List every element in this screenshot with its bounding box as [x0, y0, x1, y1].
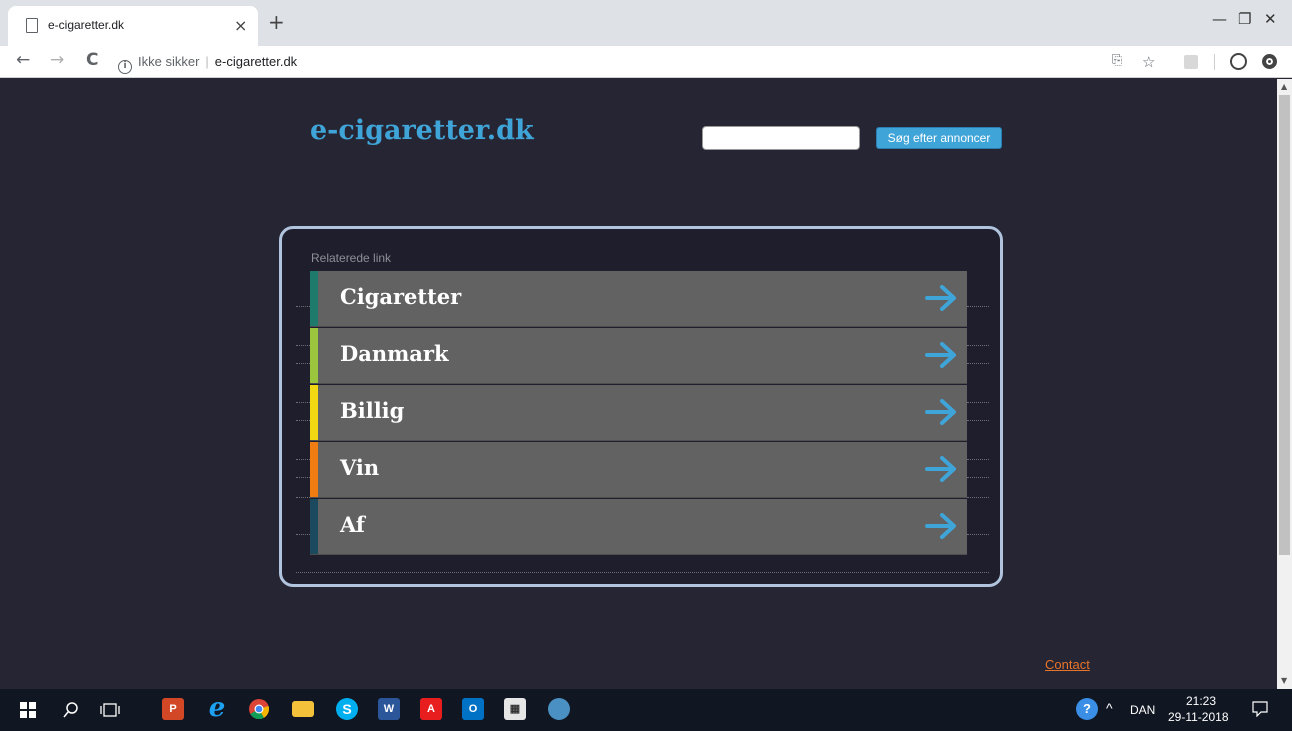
translate-icon[interactable]: ⎘ [1112, 53, 1122, 68]
info-icon[interactable]: i [118, 60, 132, 74]
dotted-line [296, 420, 310, 421]
close-window-button[interactable]: ✕ [1264, 10, 1277, 28]
scroll-down-icon[interactable]: ▼ [1281, 676, 1287, 685]
outlook-icon[interactable]: O [462, 698, 484, 720]
dotted-line [296, 497, 310, 498]
address-bar[interactable]: i Ikke sikker | e-cigaretter.dk [118, 50, 297, 74]
related-link-af[interactable]: Af [310, 499, 967, 555]
dotted-line [967, 477, 989, 478]
arrow-right-icon [925, 513, 956, 539]
dotted-line [967, 534, 989, 535]
link-color-stripe [310, 442, 318, 497]
related-link-label: Vin [340, 455, 380, 480]
tab-title: e-cigaretter.dk [48, 18, 125, 32]
clock-date[interactable]: 29-11-2018 [1168, 710, 1229, 724]
calculator-icon[interactable]: ▦ [504, 698, 526, 720]
related-links-heading: Relaterede link [311, 251, 392, 265]
dotted-line [967, 420, 989, 421]
related-link-label: Cigaretter [340, 284, 462, 309]
dotted-line [967, 402, 989, 403]
dotted-line [296, 306, 310, 307]
skype-icon[interactable]: S [336, 698, 358, 720]
scrollbar-thumb[interactable] [1279, 95, 1290, 555]
file-explorer-icon[interactable] [292, 701, 314, 717]
related-link-cigaretter[interactable]: Cigaretter [310, 271, 967, 327]
back-button[interactable]: ← [16, 50, 30, 70]
related-link-vin[interactable]: Vin [310, 442, 967, 498]
clock-time[interactable]: 21:23 [1186, 694, 1216, 708]
chrome-icon[interactable] [248, 698, 270, 720]
dotted-line [967, 306, 989, 307]
account-icon[interactable] [1230, 53, 1247, 70]
url-text: e-cigaretter.dk [214, 54, 298, 69]
pdf-icon[interactable] [1184, 55, 1198, 69]
dotted-line [296, 363, 310, 364]
arrow-right-icon [925, 285, 956, 311]
input-language[interactable]: DAN [1130, 703, 1155, 717]
arrow-right-icon [925, 456, 956, 482]
dotted-line [967, 497, 989, 498]
internet-explorer-icon[interactable]: e [206, 695, 228, 721]
dotted-line [296, 459, 310, 460]
dotted-line [967, 345, 989, 346]
star-icon[interactable]: ☆ [1142, 53, 1155, 71]
windows-start-icon[interactable] [20, 702, 36, 718]
related-link-label: Billig [340, 398, 405, 423]
search-button[interactable]: Søg efter annoncer [876, 127, 1002, 149]
related-link-billig[interactable]: Billig [310, 385, 967, 441]
dotted-line [296, 534, 310, 535]
related-links-box: Relaterede link Cigaretter Danmark Billi… [279, 226, 1003, 587]
acrobat-icon[interactable]: A [420, 698, 442, 720]
dotted-line [967, 363, 989, 364]
dotted-line [296, 477, 310, 478]
browser-tabstrip: e-cigaretter.dk × + — ❐ ✕ [0, 0, 1292, 46]
security-label: Ikke sikker [138, 54, 200, 69]
tab-close-icon[interactable]: × [234, 16, 247, 35]
page-icon [26, 18, 38, 33]
restore-button[interactable]: ❐ [1238, 10, 1251, 28]
minimize-button[interactable]: — [1212, 10, 1227, 28]
notifications-icon[interactable] [1252, 701, 1268, 717]
link-color-stripe [310, 385, 318, 440]
help-icon[interactable]: ? [1076, 698, 1098, 720]
address-separator: | [205, 54, 209, 69]
page-content: e-cigaretter.dk Søg efter annoncer Relat… [0, 79, 1277, 689]
new-tab-button[interactable]: + [268, 12, 285, 32]
search-input[interactable] [702, 126, 860, 150]
globe-icon[interactable] [548, 698, 570, 720]
vertical-scrollbar[interactable]: ▲ ▼ [1277, 79, 1292, 689]
forward-button[interactable]: → [50, 50, 64, 70]
word-icon[interactable]: W [378, 698, 400, 720]
search-icon[interactable] [62, 701, 80, 719]
toolbar-divider [1214, 54, 1215, 70]
browser-toolbar: ← → C i Ikke sikker | e-cigaretter.dk ⎘ ☆ [0, 46, 1292, 78]
extension-icon[interactable] [1262, 54, 1277, 69]
dotted-line [296, 402, 310, 403]
dotted-line [296, 572, 989, 573]
powerpoint-icon[interactable]: P [162, 698, 184, 720]
link-color-stripe [310, 328, 318, 383]
related-link-danmark[interactable]: Danmark [310, 328, 967, 384]
windows-taskbar: P e S W A O ▦ ? ^ DAN 21:23 29-11-2018 [0, 689, 1292, 731]
related-link-label: Af [340, 512, 365, 537]
dotted-line [967, 459, 989, 460]
contact-link[interactable]: Contact [1045, 657, 1090, 672]
related-link-label: Danmark [340, 341, 449, 366]
reload-button[interactable]: C [86, 50, 98, 70]
task-view-icon[interactable] [100, 702, 120, 718]
show-hidden-icons-icon[interactable]: ^ [1106, 700, 1113, 716]
dotted-line [296, 345, 310, 346]
arrow-right-icon [925, 399, 956, 425]
scroll-up-icon[interactable]: ▲ [1281, 82, 1287, 91]
arrow-right-icon [925, 342, 956, 368]
link-color-stripe [310, 271, 318, 326]
browser-tab[interactable]: e-cigaretter.dk × [8, 6, 258, 46]
site-title[interactable]: e-cigaretter.dk [310, 115, 534, 146]
link-color-stripe [310, 499, 318, 554]
